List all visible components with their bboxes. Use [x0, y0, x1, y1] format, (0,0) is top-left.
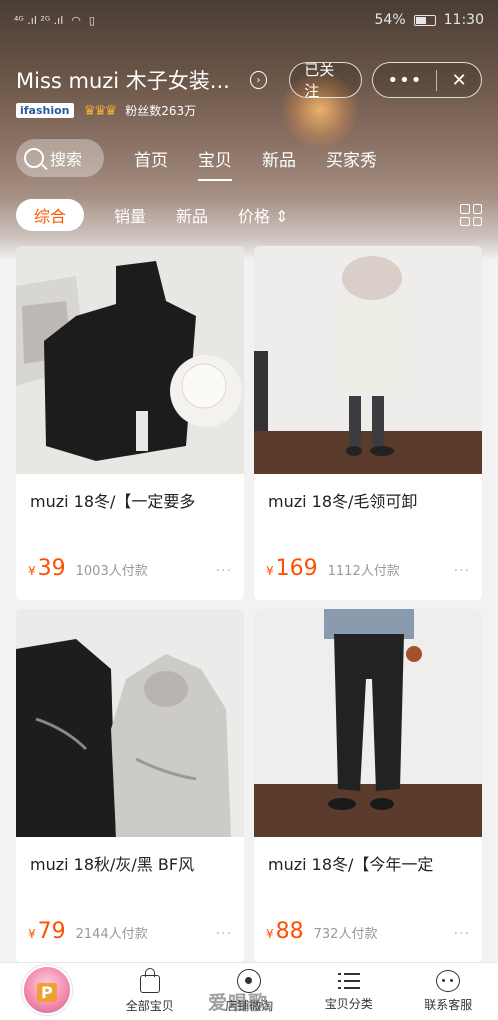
more-icon[interactable]: ··· [454, 563, 470, 579]
tab-buyer-show[interactable]: 买家秀 [326, 142, 377, 175]
product-image[interactable] [16, 246, 244, 474]
currency-symbol: ¥ [28, 564, 36, 578]
shop-logo[interactable] [0, 963, 100, 1020]
product-price: 39 [37, 556, 66, 581]
grid-view-icon[interactable] [460, 204, 482, 226]
sort-new[interactable]: 新品 [176, 203, 208, 227]
sort-price[interactable]: 价格 ⇕ [238, 203, 289, 227]
capsule-menu: ••• ✕ [372, 62, 482, 98]
wifi-icon: ◠ [71, 13, 81, 27]
bottom-tab-label: 宝贝分类 [324, 997, 373, 1011]
chat-icon [436, 970, 461, 992]
ifashion-badge: ifashion [16, 103, 74, 118]
list-icon [337, 971, 360, 991]
bottom-tab-label: 联系客服 [424, 998, 473, 1012]
clock: 11:30 [443, 12, 484, 28]
search-label: 搜索 [50, 150, 83, 169]
currency-symbol: ¥ [266, 927, 274, 941]
search-button[interactable]: 搜索 [16, 139, 104, 177]
more-icon[interactable]: ··· [454, 926, 470, 942]
product-card[interactable]: muzi 18秋/灰/黑 BF风 ¥ 79 2144人付款 ··· [16, 609, 244, 963]
product-price: 79 [37, 919, 66, 944]
sales-count: 732人付款 [313, 927, 378, 942]
bottom-tab-customer-service[interactable]: 联系客服 [399, 963, 498, 1020]
signal-icon: ⁴ᴳ .ıl ²ᴳ .ıl [14, 13, 64, 27]
product-title: muzi 18秋/灰/黑 BF风 [30, 855, 195, 874]
more-button[interactable]: ••• [373, 69, 438, 91]
product-title: muzi 18冬/【今年一定 [268, 855, 434, 874]
more-icon[interactable]: ··· [216, 926, 232, 942]
chevron-right-icon[interactable]: › [249, 71, 268, 89]
product-card[interactable]: muzi 18冬/毛领可卸 ¥ 169 1112人付款 ··· [254, 246, 482, 600]
product-card[interactable]: muzi 18冬/【一定要多 ¥ 39 1003人付款 ··· [16, 246, 244, 600]
product-image[interactable] [254, 609, 482, 837]
tab-home[interactable]: 首页 [134, 142, 168, 175]
sort-bar: 综合 销量 新品 价格 ⇕ [16, 198, 482, 232]
sales-count: 2144人付款 [75, 927, 148, 942]
product-card[interactable]: muzi 18冬/【今年一定 ¥ 88 732人付款 ··· [254, 609, 482, 963]
sales-count: 1003人付款 [75, 564, 148, 579]
vibrate-icon: ▯ [88, 13, 95, 27]
battery-percent: 54% [374, 12, 406, 28]
tab-new[interactable]: 新品 [262, 142, 296, 175]
shop-name[interactable]: Miss muzi 木子女装... [16, 65, 230, 95]
currency-symbol: ¥ [28, 927, 36, 941]
bottom-tab-categories[interactable]: 宝贝分类 [299, 963, 399, 1020]
bottom-tab-all-products[interactable]: 全部宝贝 [100, 963, 200, 1020]
crown-icon: ♛♛♛ [83, 102, 118, 119]
currency-symbol: ¥ [266, 564, 274, 578]
product-image[interactable] [16, 609, 244, 837]
bag-icon [139, 968, 160, 993]
tab-products[interactable]: 宝贝 [198, 142, 232, 181]
status-bar: ⁴ᴳ .ıl ²ᴳ .ıl ◠ ▯ 54% 11:30 [0, 0, 498, 40]
shop-nav: 搜索 首页 宝贝 新品 买家秀 [16, 138, 482, 181]
product-title: muzi 18冬/【一定要多 [30, 492, 196, 511]
shop-badges: ifashion ♛♛♛ 粉丝数263万 [16, 102, 196, 119]
product-price: 169 [275, 556, 318, 581]
shop-avatar[interactable] [22, 965, 72, 1015]
sales-count: 1112人付款 [327, 564, 400, 579]
battery-icon [413, 14, 436, 26]
sort-comprehensive[interactable]: 综合 [16, 199, 85, 231]
fans-count: 粉丝数263万 [125, 104, 197, 118]
watermark: 爱唱歌 [208, 992, 269, 1014]
shop-title-row: Miss muzi 木子女装... › 已关注 ••• ✕ [16, 58, 482, 102]
sort-sales[interactable]: 销量 [114, 203, 146, 227]
close-button[interactable]: ✕ [437, 70, 481, 91]
product-title: muzi 18冬/毛领可卸 [268, 492, 418, 511]
bottom-tab-label: 全部宝贝 [125, 999, 174, 1013]
follow-button[interactable]: 已关注 [289, 61, 363, 100]
signal-indicators: ⁴ᴳ .ıl ²ᴳ .ıl ◠ ▯ [14, 14, 95, 27]
product-price: 88 [275, 919, 304, 944]
more-icon[interactable]: ··· [216, 563, 232, 579]
search-icon [24, 148, 44, 168]
product-image[interactable] [254, 246, 482, 474]
